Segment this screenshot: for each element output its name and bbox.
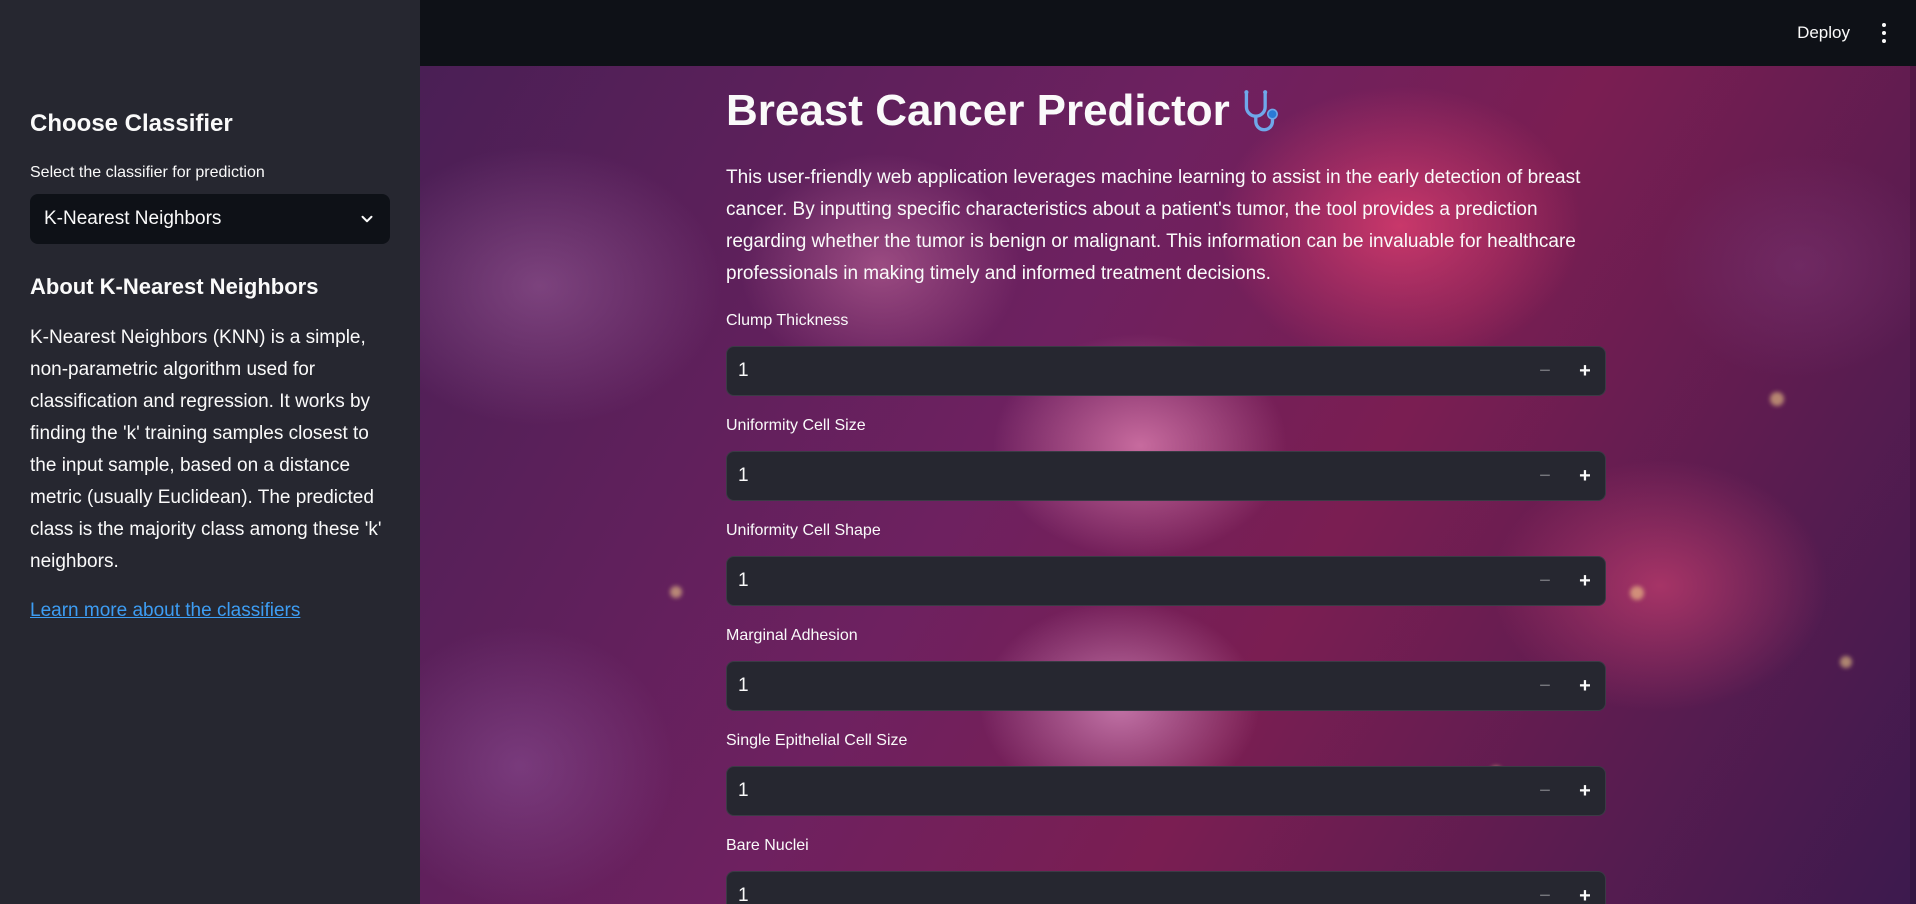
increment-button[interactable]: + xyxy=(1565,662,1605,710)
decrement-button[interactable]: − xyxy=(1525,767,1565,815)
background-sparkle xyxy=(1840,656,1852,668)
decrement-button[interactable]: − xyxy=(1525,662,1565,710)
about-classifier-title: About K-Nearest Neighbors xyxy=(30,274,319,299)
sidebar-title: Choose Classifier xyxy=(30,110,233,137)
page-title: Breast Cancer Predictor xyxy=(726,86,1230,135)
field-marginal-adhesion: Marginal Adhesion 1 − + xyxy=(726,627,1606,711)
stethoscope-icon xyxy=(1244,90,1278,132)
number-input: 1 − + xyxy=(726,766,1606,816)
field-label: Uniformity Cell Shape xyxy=(726,522,881,539)
main-scrollbar[interactable] xyxy=(1910,66,1916,904)
field-uniformity-cell-shape: Uniformity Cell Shape 1 − + xyxy=(726,522,1606,606)
decrement-button[interactable]: − xyxy=(1525,557,1565,605)
field-clump-thickness: Clump Thickness 1 − + xyxy=(726,312,1606,396)
increment-button[interactable]: + xyxy=(1565,452,1605,500)
field-label: Bare Nuclei xyxy=(726,837,809,854)
sidebar: Choose Classifier Select the classifier … xyxy=(0,0,420,904)
classifier-select[interactable]: K-Nearest Neighbors xyxy=(30,194,390,244)
field-bare-nuclei: Bare Nuclei 1 − + xyxy=(726,837,1606,904)
field-label: Clump Thickness xyxy=(726,312,849,329)
background-sparkle xyxy=(1630,586,1644,600)
number-input-value[interactable]: 1 xyxy=(727,570,1525,592)
main-content: Breast Cancer Predictor This user-friend… xyxy=(420,66,1916,904)
title-row: Breast Cancer Predictor xyxy=(726,86,1286,136)
number-input-value[interactable]: 1 xyxy=(727,360,1525,382)
number-input: 1 − + xyxy=(726,346,1606,396)
number-input-value[interactable]: 1 xyxy=(727,675,1525,697)
increment-button[interactable]: + xyxy=(1565,872,1605,904)
increment-button[interactable]: + xyxy=(1565,557,1605,605)
increment-button[interactable]: + xyxy=(1565,767,1605,815)
number-input: 1 − + xyxy=(726,661,1606,711)
classifier-select-value: K-Nearest Neighbors xyxy=(44,208,222,229)
deploy-button[interactable]: Deploy xyxy=(1797,23,1850,43)
intro-paragraph: This user-friendly web application lever… xyxy=(726,167,1581,284)
decrement-button[interactable]: − xyxy=(1525,872,1565,904)
number-input-value[interactable]: 1 xyxy=(727,780,1525,802)
field-label: Single Epithelial Cell Size xyxy=(726,732,908,749)
decrement-button[interactable]: − xyxy=(1525,452,1565,500)
decrement-button[interactable]: − xyxy=(1525,347,1565,395)
field-single-epithelial-cell-size: Single Epithelial Cell Size 1 − + xyxy=(726,732,1606,816)
learn-more-link[interactable]: Learn more about the classifiers xyxy=(30,600,300,622)
increment-button[interactable]: + xyxy=(1565,347,1605,395)
field-uniformity-cell-size: Uniformity Cell Size 1 − + xyxy=(726,417,1606,501)
chevron-down-icon xyxy=(361,215,373,223)
app-root: Choose Classifier Select the classifier … xyxy=(0,0,1916,904)
field-label: Uniformity Cell Size xyxy=(726,417,866,434)
number-input-value[interactable]: 1 xyxy=(727,465,1525,487)
number-input: 1 − + xyxy=(726,451,1606,501)
classifier-select-label: Select the classifier for prediction xyxy=(30,164,265,181)
background-sparkle xyxy=(1770,392,1784,406)
top-bar: Deploy xyxy=(420,0,1916,66)
field-label: Marginal Adhesion xyxy=(726,627,858,644)
background-sparkle xyxy=(670,586,682,598)
number-input: 1 − + xyxy=(726,871,1606,904)
number-input: 1 − + xyxy=(726,556,1606,606)
kebab-menu-icon[interactable] xyxy=(1874,21,1894,45)
number-input-value[interactable]: 1 xyxy=(727,885,1525,904)
about-classifier-text: K-Nearest Neighbors (KNN) is a simple, n… xyxy=(30,327,382,572)
